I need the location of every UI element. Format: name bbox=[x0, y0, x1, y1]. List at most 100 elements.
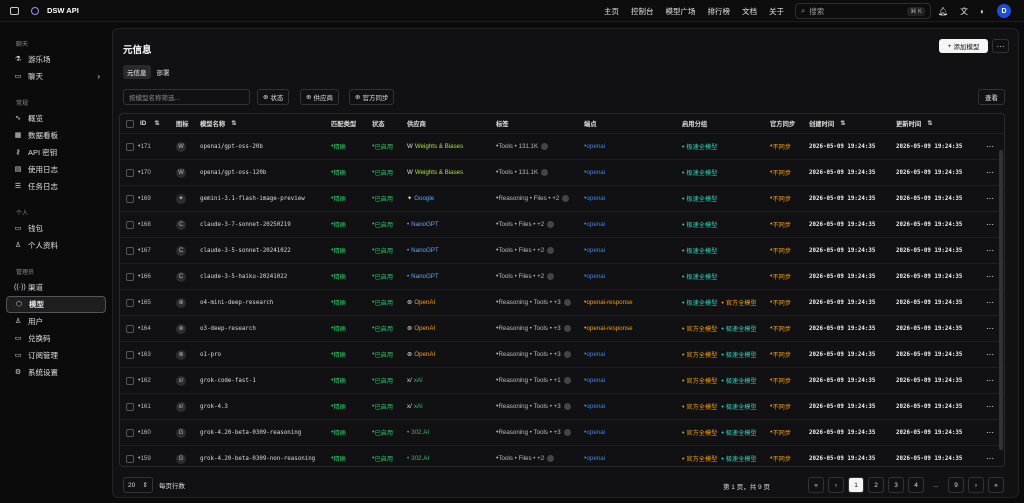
select-all-checkbox[interactable] bbox=[126, 119, 134, 128]
row-actions-button[interactable]: ⋯ bbox=[986, 186, 994, 211]
sidebar-item-channels[interactable]: ((·)) 渠道 bbox=[0, 279, 112, 296]
sidebar-item-users[interactable]: ♙ 用户 bbox=[0, 313, 112, 330]
row-actions-button[interactable]: ⋯ bbox=[986, 160, 994, 185]
table-row[interactable]: • 164 ⊛ o3-deep-research • 精确 • 已启用 ⊛ Ope… bbox=[120, 316, 1004, 342]
sidebar-item-subscriptions[interactable]: ▭ 订阅管理 bbox=[0, 347, 112, 364]
table-row[interactable]: • 166 C claude-3-5-haiku-20241022 • 精确 •… bbox=[120, 264, 1004, 290]
table-row[interactable]: • 163 ⊛ o1-pro • 精确 • 已启用 ⊛ OpenAI • Reas… bbox=[120, 342, 1004, 368]
page-button-2[interactable]: 2 bbox=[868, 477, 884, 493]
row-actions-button[interactable]: ⋯ bbox=[986, 316, 994, 341]
page-button-4[interactable]: 4 bbox=[908, 477, 924, 493]
row-actions-button[interactable]: ⋯ bbox=[986, 420, 994, 445]
table-row[interactable]: • 169 ✦ gemini-3.1-flash-image-preview •… bbox=[120, 186, 1004, 212]
nav-console[interactable]: 控制台 bbox=[631, 6, 654, 17]
row-actions-button[interactable]: ⋯ bbox=[986, 368, 994, 393]
sidebar-toggle-icon[interactable] bbox=[10, 6, 19, 15]
theme-icon[interactable]: ◐ bbox=[980, 7, 985, 16]
row-actions-button[interactable]: ⋯ bbox=[986, 238, 994, 263]
nav-leaderboard[interactable]: 排行榜 bbox=[708, 6, 731, 17]
table-row[interactable]: • 159 G grok-4.20-beta-0309-non-reasonin… bbox=[120, 446, 1004, 466]
model-name[interactable]: claude-3-5-haiku-20241022 bbox=[200, 264, 287, 289]
page-button-9[interactable]: 9 bbox=[948, 477, 964, 493]
row-actions-button[interactable]: ⋯ bbox=[986, 394, 994, 419]
bell-icon[interactable]: 🔔︎ bbox=[938, 7, 948, 16]
col-id[interactable]: ID ⇅ bbox=[140, 114, 160, 133]
page-button-1[interactable]: 1 bbox=[848, 477, 864, 493]
last-page-button[interactable]: » bbox=[988, 477, 1004, 493]
col-created[interactable]: 创建时间 ⇅ bbox=[809, 114, 845, 133]
table-row[interactable]: • 168 C claude-3-7-sonnet-20250219 • 精确 … bbox=[120, 212, 1004, 238]
model-name[interactable]: grok-4.3 bbox=[200, 394, 228, 419]
sidebar-item-playground[interactable]: ⚗ 游乐场 bbox=[0, 51, 112, 68]
table-row[interactable]: • 167 C claude-3-5-sonnet-20241022 • 精确 … bbox=[120, 238, 1004, 264]
tab-deploy[interactable]: 部署 bbox=[153, 65, 174, 79]
model-name[interactable]: o1-pro bbox=[200, 342, 221, 367]
model-name[interactable]: grok-4.20-beta-0309-reasoning bbox=[200, 420, 301, 445]
model-name[interactable]: openai/gpt-oss-120b bbox=[200, 160, 266, 185]
table-row[interactable]: • 171 W openai/gpt-oss-20b • 精确 • 已启用 WW… bbox=[120, 134, 1004, 160]
row-checkbox[interactable] bbox=[126, 376, 134, 385]
model-name[interactable]: openai/gpt-oss-20b bbox=[200, 134, 263, 159]
row-checkbox[interactable] bbox=[126, 428, 134, 437]
more-options-button[interactable]: ⋯ bbox=[992, 39, 1009, 53]
row-checkbox[interactable] bbox=[126, 298, 134, 307]
sidebar-item-wallet[interactable]: ▭ 钱包 bbox=[0, 220, 112, 237]
table-row[interactable]: • 161 x/ grok-4.3 • 精确 • 已启用 x/xAI • Rea… bbox=[120, 394, 1004, 420]
nav-docs[interactable]: 文档 bbox=[742, 6, 757, 17]
model-name[interactable]: grok-4.20-beta-0309-non-reasoning bbox=[200, 446, 315, 466]
add-model-button[interactable]: + 添加模型 bbox=[939, 39, 988, 53]
search-input[interactable]: ⌕ 搜索 ⌘ K bbox=[795, 3, 931, 19]
sidebar-item-api-keys[interactable]: ⚷ API 密钥 bbox=[0, 144, 112, 161]
table-row[interactable]: • 160 G grok-4.20-beta-0309-reasoning • … bbox=[120, 420, 1004, 446]
page-button-3[interactable]: 3 bbox=[888, 477, 904, 493]
row-checkbox[interactable] bbox=[126, 194, 134, 203]
row-actions-button[interactable]: ⋯ bbox=[986, 212, 994, 237]
table-row[interactable]: • 170 W openai/gpt-oss-120b • 精确 • 已启用 W… bbox=[120, 160, 1004, 186]
sidebar-item-redeem[interactable]: ▭ 兑换码 bbox=[0, 330, 112, 347]
first-page-button[interactable]: « bbox=[808, 477, 824, 493]
model-name[interactable]: claude-3-5-sonnet-20241022 bbox=[200, 238, 291, 263]
row-actions-button[interactable]: ⋯ bbox=[986, 446, 994, 466]
sidebar-item-dashboard[interactable]: ▦ 数据看板 bbox=[0, 127, 112, 144]
row-checkbox[interactable] bbox=[126, 142, 134, 151]
model-name[interactable]: grok-code-fast-1 bbox=[200, 368, 256, 393]
tab-metadata[interactable]: 元信息 bbox=[123, 65, 151, 79]
row-checkbox[interactable] bbox=[126, 272, 134, 281]
row-checkbox[interactable] bbox=[126, 220, 134, 229]
row-actions-button[interactable]: ⋯ bbox=[986, 342, 994, 367]
vendor-filter-button[interactable]: ⊕ 供应商 bbox=[300, 89, 339, 105]
language-icon[interactable]: 文 bbox=[960, 6, 968, 17]
table-row[interactable]: • 165 ⊛ o4-mini-deep-research • 精确 • 已启用… bbox=[120, 290, 1004, 316]
sidebar-item-models[interactable]: ⬡ 模型 bbox=[6, 296, 106, 313]
model-filter-input[interactable]: 按模型名称筛选... bbox=[123, 89, 250, 105]
scrollbar[interactable] bbox=[999, 150, 1003, 450]
row-checkbox[interactable] bbox=[126, 324, 134, 333]
model-name[interactable]: claude-3-7-sonnet-20250219 bbox=[200, 212, 291, 237]
col-name[interactable]: 模型名称 ⇅ bbox=[200, 114, 236, 133]
model-name[interactable]: o3-deep-research bbox=[200, 316, 256, 341]
table-row[interactable]: • 162 x/ grok-code-fast-1 • 精确 • 已启用 x/x… bbox=[120, 368, 1004, 394]
app-name[interactable]: DSW API bbox=[47, 6, 79, 15]
row-actions-button[interactable]: ⋯ bbox=[986, 290, 994, 315]
view-button[interactable]: 查看 bbox=[978, 89, 1005, 105]
row-checkbox[interactable] bbox=[126, 402, 134, 411]
page-size-select[interactable]: 20 ⇕ bbox=[123, 477, 153, 493]
sync-filter-button[interactable]: ⊕ 官方同步 bbox=[349, 89, 395, 105]
row-checkbox[interactable] bbox=[126, 168, 134, 177]
sidebar-item-chat[interactable]: ▭ 聊天 › bbox=[0, 68, 112, 85]
row-checkbox[interactable] bbox=[126, 454, 134, 463]
model-name[interactable]: gemini-3.1-flash-image-preview bbox=[200, 186, 305, 211]
avatar[interactable]: D bbox=[997, 4, 1011, 18]
nav-model-square[interactable]: 模型广场 bbox=[666, 6, 696, 17]
next-page-button[interactable]: › bbox=[968, 477, 984, 493]
sidebar-item-usage-log[interactable]: ▤ 使用日志 bbox=[0, 161, 112, 178]
sidebar-item-profile[interactable]: ♙ 个人资料 bbox=[0, 237, 112, 254]
row-checkbox[interactable] bbox=[126, 350, 134, 359]
model-name[interactable]: o4-mini-deep-research bbox=[200, 290, 273, 315]
status-filter-button[interactable]: ⊕ 状态 bbox=[257, 89, 290, 105]
nav-home[interactable]: 主页 bbox=[604, 6, 619, 17]
nav-about[interactable]: 关于 bbox=[769, 6, 784, 17]
prev-page-button[interactable]: ‹ bbox=[828, 477, 844, 493]
row-checkbox[interactable] bbox=[126, 246, 134, 255]
row-actions-button[interactable]: ⋯ bbox=[986, 134, 994, 159]
